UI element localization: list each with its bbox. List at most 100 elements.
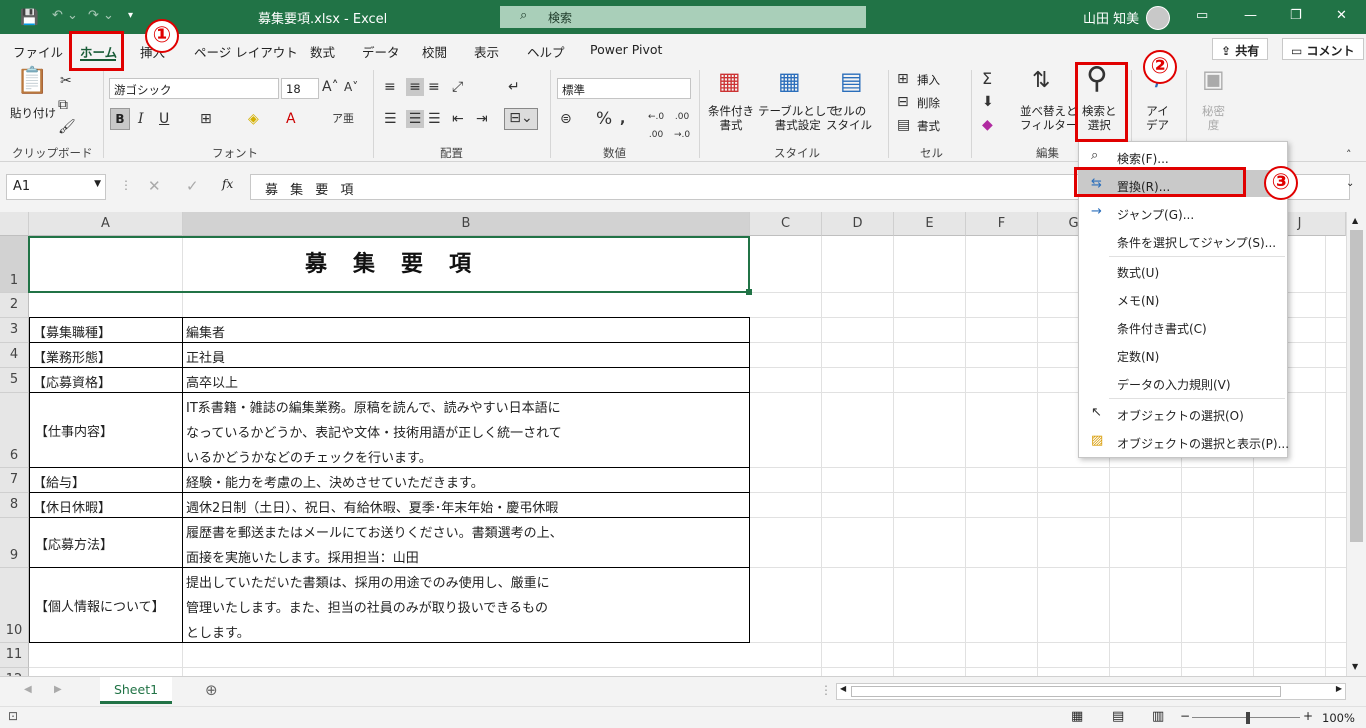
clear-icon[interactable]: ◆ [982,116,993,134]
share-button[interactable]: ⇪ 共有 [1212,38,1269,60]
font-size-select[interactable]: 18 [281,78,319,99]
paste-icon[interactable]: 📋 [16,68,48,94]
decrease-indent-icon[interactable]: ⇤ [452,110,464,128]
select-all-corner[interactable] [0,212,29,236]
tab-help[interactable]: ヘルプ [527,42,565,61]
cell-styles-label[interactable]: セルの スタイル [826,104,872,132]
cut-icon[interactable]: ✂ [60,72,72,90]
menu-item-select-objects[interactable]: オブジェクトの選択(O) [1117,407,1244,424]
scroll-right-icon[interactable]: ▶ [1336,684,1342,693]
label-cell[interactable]: 【休日休暇】 [33,497,111,516]
value-cell[interactable]: いるかどうかなどのチェックを行います。 [186,447,432,466]
align-center-icon[interactable]: ☰ [406,110,424,128]
align-left-icon[interactable]: ☰ [384,110,397,128]
macro-record-icon[interactable]: ⊡ [8,709,18,723]
borders-icon[interactable]: ⊞ [200,110,212,128]
sensitivity-icon[interactable]: ▣ [1202,67,1225,91]
scroll-left-icon[interactable]: ◀ [840,684,846,693]
decrease-decimal-icon[interactable]: .00 →.0 [674,108,690,144]
quick-access-customize-icon[interactable]: ▾ [128,10,133,21]
row-header-10[interactable]: 10 [0,568,29,643]
avatar[interactable] [1146,6,1170,30]
insert-cells-label[interactable]: 挿入 [917,73,940,87]
value-cell[interactable]: 週休2日制（土日）、祝日、有給休暇、夏季･年末年始・慶弔休暇 [186,497,558,516]
delete-cells-icon[interactable]: ⊟ [897,93,909,111]
format-painter-icon[interactable]: 🖌 [58,118,76,136]
label-cell[interactable]: 【応募方法】 [35,534,113,553]
menu-item-conditional-formatting[interactable]: 条件付き書式(C) [1117,320,1207,337]
wrap-text-icon[interactable]: ↵ [508,78,520,96]
font-name-select[interactable]: 游ゴシック [109,78,279,99]
label-cell[interactable]: 【募集職種】 [33,322,111,341]
menu-item-constants[interactable]: 定数(N) [1117,348,1159,365]
search-box[interactable]: ⌕ 検索 [500,6,866,28]
label-cell[interactable]: 【給与】 [33,472,85,491]
value-cell[interactable]: 履歴書を郵送またはメールにてお送りください。書類選考の上、 [186,522,563,541]
paste-label[interactable]: 貼り付け [10,106,56,120]
label-cell[interactable]: 【応募資格】 [33,372,111,391]
copy-icon[interactable]: ⧉ [58,96,68,114]
value-cell[interactable]: 編集者 [186,322,225,341]
row-header-12[interactable]: 12 [0,668,29,676]
column-header-c[interactable]: C [750,212,822,236]
horizontal-scrollbar[interactable]: ◀ ▶ [836,683,1346,700]
value-cell[interactable]: 管理いたします。また、担当の社員のみが取り扱いできるもの [186,597,548,616]
page-break-view-icon[interactable]: ▥ [1152,709,1164,724]
tab-power-pivot[interactable]: Power Pivot [590,42,662,57]
value-cell[interactable]: なっているかどうか、表記や文体・技術用語が正しく統一されて [186,422,562,441]
number-format-select[interactable]: 標準 [557,78,691,99]
row-header-5[interactable]: 5 [0,368,29,393]
align-top-icon[interactable]: ≡ [384,78,396,96]
underline-button[interactable]: U [159,110,169,128]
minimize-icon[interactable]: — [1244,8,1257,23]
name-box[interactable]: A1 ▼ [6,174,106,200]
scroll-down-icon[interactable]: ▼ [1352,662,1358,671]
enter-icon[interactable]: ✓ [186,177,199,195]
sort-filter-icon[interactable]: ⇅ [1032,70,1050,92]
row-header-3[interactable]: 3 [0,318,29,343]
sheet-title-cell[interactable]: 募 集 要 項 [28,236,750,293]
menu-item-data-validation[interactable]: データの入力規則(V) [1117,376,1231,393]
tab-data[interactable]: データ [362,42,400,61]
fill-icon[interactable]: ⬇ [982,93,994,111]
ideas-label[interactable]: アイ デア [1146,104,1169,132]
row-header-2[interactable]: 2 [0,293,29,318]
comment-button[interactable]: ▭ コメント [1282,38,1364,60]
row-header-9[interactable]: 9 [0,518,29,568]
percent-icon[interactable]: % [596,110,612,128]
orientation-icon[interactable]: ⤢ [452,78,463,96]
zoom-slider-thumb[interactable] [1246,712,1250,724]
fill-color-icon[interactable]: ◈ [248,110,259,128]
expand-formula-bar-icon[interactable]: ⌄ [1346,178,1354,189]
row-header-7[interactable]: 7 [0,468,29,493]
cell-styles-icon[interactable]: ▤ [840,69,863,93]
value-cell[interactable]: IT系書籍・雑誌の編集業務。原稿を読んで、読みやすい日本語に [186,397,561,416]
menu-item-goto[interactable]: ジャンプ(G)... [1117,206,1194,223]
format-cells-icon[interactable]: ▤ [897,116,910,134]
scroll-up-icon[interactable]: ▲ [1352,216,1358,225]
conditional-format-label[interactable]: 条件付き 書式 [708,104,754,132]
phonetic-icon[interactable]: ア亜 [332,110,354,128]
merge-center-icon[interactable]: ⊟⌄ [504,108,538,130]
user-name[interactable]: 山田 知美 [1083,8,1139,27]
ribbon-display-icon[interactable]: ▭ [1196,8,1208,23]
vertical-scrollbar[interactable]: ▲ ▼ [1346,212,1366,676]
value-cell[interactable]: 高卒以上 [186,372,238,391]
zoom-out-icon[interactable]: − [1180,709,1190,723]
row-header-8[interactable]: 8 [0,493,29,518]
menu-item-formulas[interactable]: 数式(U) [1117,264,1159,281]
page-layout-view-icon[interactable]: ▤ [1112,709,1124,724]
menu-item-selection-pane[interactable]: オブジェクトの選択と表示(P)... [1117,435,1289,452]
increase-indent-icon[interactable]: ⇥ [476,110,488,128]
conditional-format-icon[interactable]: ▦ [718,69,741,93]
tab-split-grip-icon[interactable]: ⋮ [820,683,832,697]
save-icon[interactable]: 💾 [20,8,39,26]
prev-sheet-icon[interactable]: ◀ [24,684,32,695]
column-header-d[interactable]: D [822,212,894,236]
undo-icon[interactable]: ↶ ⌄ [52,8,78,23]
font-shrink-icon[interactable]: A˅ [344,78,358,96]
column-header-e[interactable]: E [894,212,966,236]
cancel-icon[interactable]: ✕ [148,177,161,195]
redo-icon[interactable]: ↷ ⌄ [88,8,114,23]
row-header-11[interactable]: 11 [0,643,29,668]
